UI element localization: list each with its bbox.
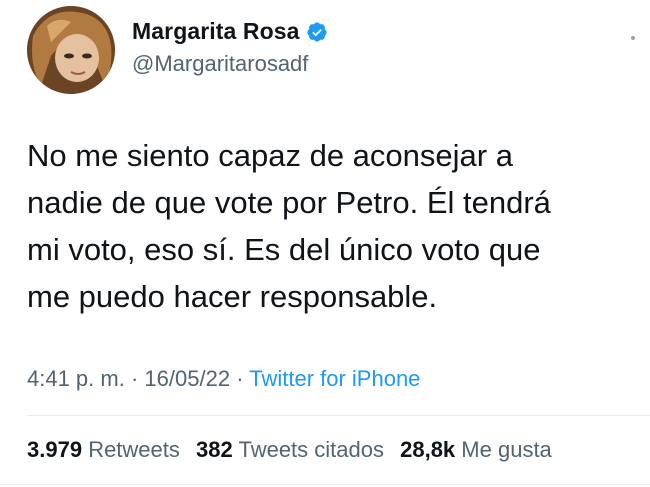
- quotes-label: Tweets citados: [238, 437, 384, 462]
- divider: [0, 484, 650, 485]
- tweet-text: No me siento capaz de aconsejar a nadie …: [27, 138, 551, 314]
- meta-separator: ·: [236, 366, 244, 391]
- likes-stat[interactable]: 28,8k Me gusta: [400, 437, 552, 462]
- verified-badge-icon: [306, 21, 328, 43]
- name-row: Margarita Rosa: [132, 18, 328, 45]
- display-name[interactable]: Margarita Rosa: [132, 18, 300, 45]
- tweet-meta: 4:41 p. m. · 16/05/22 · Twitter for iPho…: [27, 366, 420, 392]
- divider: [27, 415, 650, 416]
- tweet-stats: 3.979 Retweets 382 Tweets citados 28,8k …: [27, 437, 650, 463]
- tweet-date[interactable]: 16/05/22: [144, 366, 230, 391]
- more-options-icon[interactable]: [631, 36, 635, 40]
- tweet-source-link[interactable]: Twitter for iPhone: [249, 366, 420, 391]
- avatar[interactable]: [27, 6, 115, 94]
- author-handle[interactable]: @Margaritarosadf: [132, 51, 328, 77]
- likes-label: Me gusta: [461, 437, 552, 462]
- tweet-header: Margarita Rosa @Margaritarosadf: [27, 6, 647, 96]
- retweets-count: 3.979: [27, 437, 83, 462]
- author-block: Margarita Rosa @Margaritarosadf: [132, 18, 328, 77]
- tweet-time[interactable]: 4:41 p. m.: [27, 366, 125, 391]
- quotes-count: 382: [196, 437, 233, 462]
- meta-separator: ·: [130, 366, 139, 391]
- likes-count: 28,8k: [400, 437, 456, 462]
- quotes-stat[interactable]: 382 Tweets citados: [196, 437, 384, 462]
- retweets-label: Retweets: [88, 437, 180, 462]
- retweets-stat[interactable]: 3.979 Retweets: [27, 437, 180, 462]
